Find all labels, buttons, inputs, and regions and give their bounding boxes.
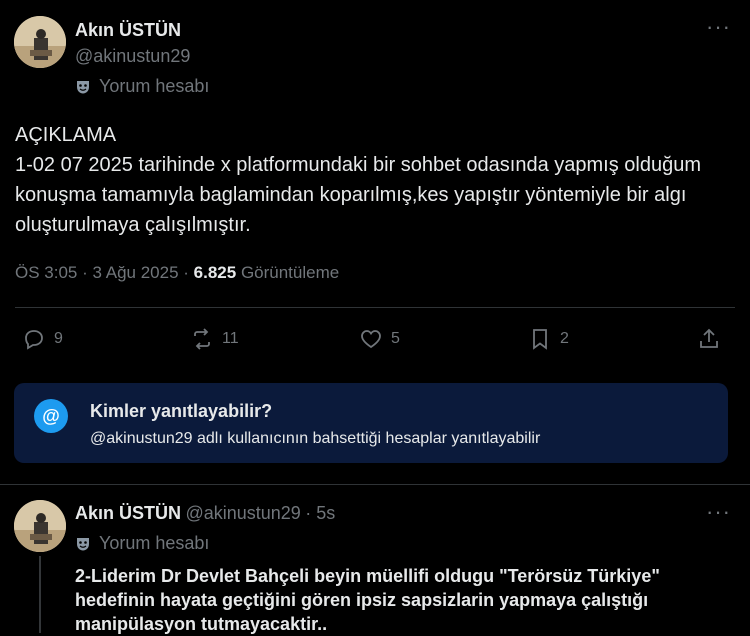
reply-account-badge: Yorum hesabı <box>75 533 209 554</box>
divider-top <box>15 307 735 308</box>
share-icon <box>700 328 718 348</box>
tweet-text: AÇIKLAMA 1-02 07 2025 tarihinde x platfo… <box>15 124 701 236</box>
views-count: 6.825 <box>193 263 237 282</box>
mask-icon <box>77 537 89 550</box>
author-name[interactable]: Akın ÜSTÜN <box>75 20 181 41</box>
badge-label: Yorum hesabı <box>99 76 210 96</box>
reply-author-avatar[interactable] <box>14 500 66 552</box>
reply-restriction-subtitle: @akinustun29 adlı kullanıcının bahsettiğ… <box>90 430 541 447</box>
reply-age[interactable]: 5s <box>316 503 335 523</box>
repost-count: 11 <box>222 330 239 347</box>
reply-restriction-title: Kimler yanıtlayabilir? <box>90 401 273 421</box>
reply-badge-label: Yorum hesabı <box>99 533 210 553</box>
author-avatar[interactable] <box>14 16 66 68</box>
thread-line <box>39 556 41 633</box>
repost-icon <box>194 328 210 350</box>
reply-author-handle[interactable]: @akinustun29 <box>185 503 300 523</box>
reply-header: Akın ÜSTÜN @akinustun29 · 5s <box>75 503 336 523</box>
mask-icon <box>77 80 89 93</box>
more-icon[interactable]: ··· <box>706 16 731 38</box>
reply-restriction-box: @ Kimler yanıtlayabilir? @akinustun29 ad… <box>14 383 728 463</box>
reply-text: 2-Liderim Dr Devlet Bahçeli beyin müelli… <box>75 566 660 634</box>
tweet-date[interactable]: 3 Ağu 2025 <box>93 263 179 282</box>
like-button[interactable]: 5 <box>359 327 400 351</box>
bookmark-count: 2 <box>560 330 569 347</box>
share-button[interactable] <box>697 327 721 351</box>
reply-more-icon[interactable]: ··· <box>706 501 731 523</box>
reply-icon <box>25 330 43 350</box>
divider-bottom <box>0 484 750 485</box>
at-icon: @ <box>34 399 68 433</box>
account-badge: Yorum hesabı <box>75 76 209 97</box>
views-label: Görüntüleme <box>240 263 340 282</box>
tweet-time[interactable]: ÖS 3:05 <box>15 263 77 282</box>
reply-button[interactable]: 9 <box>22 327 63 351</box>
author-handle[interactable]: @akinustun29 <box>75 46 190 67</box>
like-icon <box>361 330 381 349</box>
bookmark-button[interactable]: 2 <box>528 327 569 351</box>
reply-author-name[interactable]: Akın ÜSTÜN <box>75 503 181 523</box>
repost-button[interactable]: 11 <box>190 327 239 351</box>
reply-count: 9 <box>54 330 63 347</box>
tweet-meta: ÖS 3:05 · 3 Ağu 2025 · 6.825 Görüntüleme <box>15 263 340 282</box>
bookmark-icon <box>533 329 547 350</box>
like-count: 5 <box>391 330 400 347</box>
